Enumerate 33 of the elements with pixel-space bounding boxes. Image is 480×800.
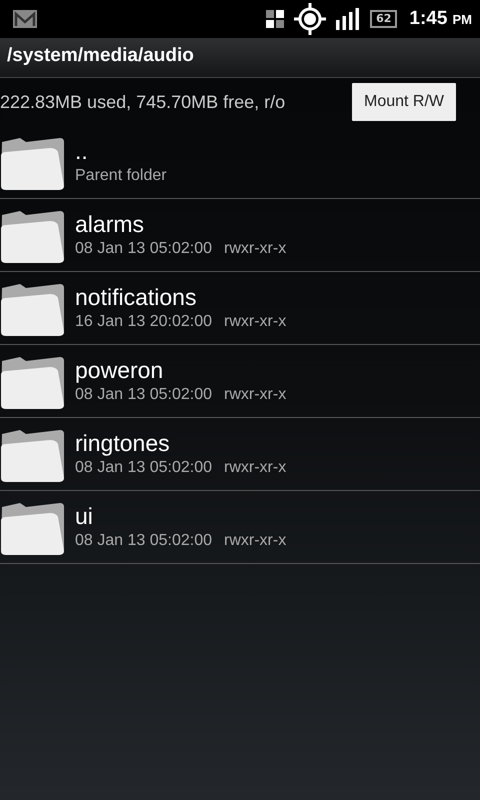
folder-name: poweron (75, 356, 164, 384)
mount-button[interactable]: Mount R/W (352, 83, 456, 121)
permissions-text: rwxr-xr-x (224, 385, 286, 405)
folder-row[interactable]: ui 08 Jan 13 05:02:00 rwxr-xr-x (0, 491, 480, 564)
folder-row[interactable]: notifications 16 Jan 13 20:02:00 rwxr-xr-x (0, 272, 480, 345)
clock-time: 1:45 (409, 8, 448, 29)
signal-icon (336, 8, 360, 30)
modified-date: 08 Jan 13 05:02:00 (75, 458, 212, 478)
folder-path-title: /system/media/audio (7, 45, 194, 66)
grid-icon (266, 10, 284, 28)
folder-name: ringtones (75, 429, 171, 457)
folder-row[interactable]: alarms 08 Jan 13 05:02:00 rwxr-xr-x (0, 199, 480, 272)
folder-name: alarms (75, 210, 146, 238)
gps-icon (294, 3, 326, 35)
folder-name: notifications (75, 283, 198, 311)
folder-name: ui (75, 502, 94, 530)
modified-date: 08 Jan 13 05:02:00 (75, 239, 212, 259)
folder-row[interactable]: poweron 08 Jan 13 05:02:00 rwxr-xr-x (0, 345, 480, 418)
permissions-text: rwxr-xr-x (224, 239, 286, 259)
permissions-text: rwxr-xr-x (224, 458, 286, 478)
folder-row[interactable]: ringtones 08 Jan 13 05:02:00 rwxr-xr-x (0, 418, 480, 491)
modified-date: 16 Jan 13 20:02:00 (75, 312, 212, 332)
battery-icon: 62 (370, 10, 398, 28)
folder-row[interactable]: .. Parent folder (0, 126, 480, 199)
modified-date: 08 Jan 13 05:02:00 (75, 531, 212, 551)
modified-date: 08 Jan 13 05:02:00 (75, 385, 212, 405)
permissions-text: rwxr-xr-x (224, 531, 286, 551)
storage-usage-text: 222.83MB used, 745.70MB free, r/o (0, 92, 286, 112)
folder-description: Parent folder (75, 166, 167, 186)
permissions-text: rwxr-xr-x (224, 312, 286, 332)
folder-name: .. (75, 137, 89, 165)
mail-icon (12, 9, 38, 29)
clock-period: PM (452, 12, 472, 27)
